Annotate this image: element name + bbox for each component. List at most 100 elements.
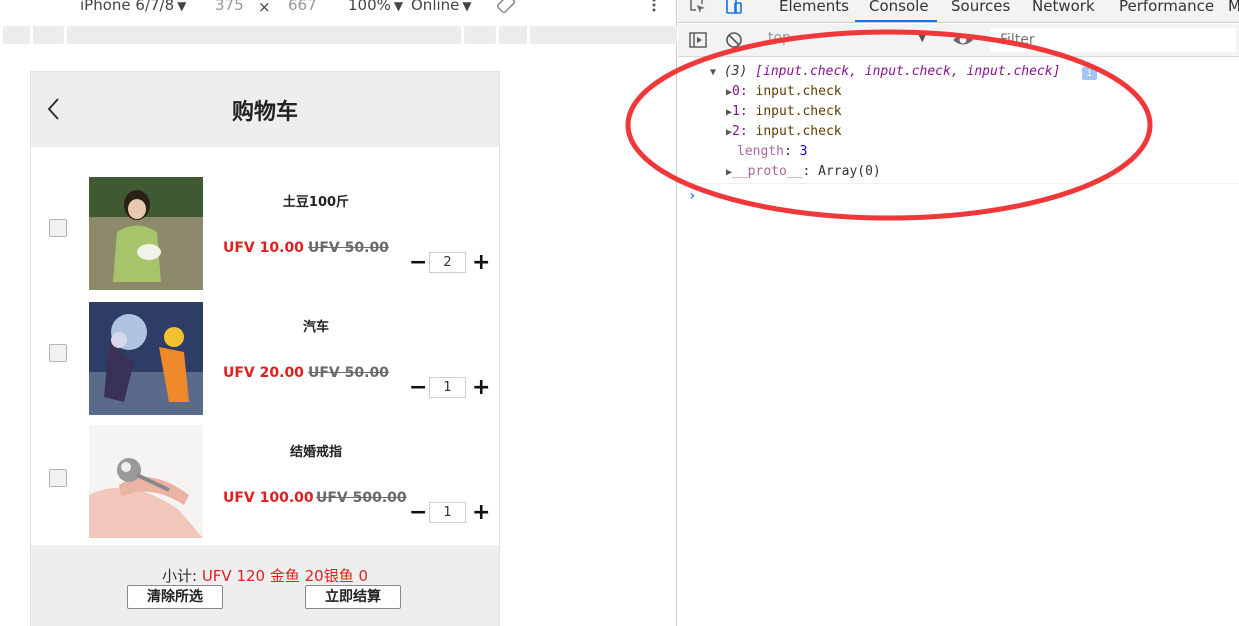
qty-increase-button[interactable]: + [472, 252, 490, 274]
entry-index: 1: [732, 104, 748, 119]
caret-down-icon: ▼ [918, 31, 927, 44]
cart-item: 土豆100斤 UFV 10.00 UFV 50.00 − 2 + [31, 177, 499, 297]
media-query-segment[interactable] [33, 26, 64, 44]
array-preview: [input.check, input.check, input.check] [755, 64, 1061, 79]
device-toggle-icon[interactable] [724, 0, 744, 20]
tab-more[interactable]: M [1228, 0, 1239, 15]
length-key: length [737, 144, 784, 159]
subtotal: 小计: UFV 120 金鱼 20银鱼 0 [31, 565, 499, 586]
zoom-select-label: 100% [348, 0, 391, 14]
console-toolbar: top ▼ [678, 24, 1239, 57]
item-original-price: UFV 50.00 [308, 365, 389, 381]
cart-item: 结婚戒指 UFV 100.00 UFV 500.00 − 1 + [31, 425, 499, 545]
expanded-triangle-icon: ▼ [710, 67, 717, 78]
device-toolbar: iPhone 6/7/8 ▼ 375 × 667 100% ▼ Online ▼ [0, 0, 677, 22]
qty-input[interactable]: 1 [429, 377, 466, 398]
rotate-icon[interactable] [496, 0, 516, 18]
console-filter-input[interactable] [990, 28, 1236, 52]
checkout-button[interactable]: 立即结算 [305, 585, 401, 609]
log-divider [678, 183, 1239, 184]
network-throttle-select[interactable]: Online ▼ [411, 0, 472, 14]
item-original-price: UFV 50.00 [308, 240, 389, 256]
qty-increase-button[interactable]: + [472, 502, 490, 524]
cart-header: 购物车 [31, 72, 499, 147]
tab-network[interactable]: Network [1032, 0, 1095, 15]
phone-viewport: 购物车 土豆100斤 UFV 10.00 UFV 50.00 − 2 + 汽车 … [30, 71, 500, 626]
log-entry[interactable]: ▶0: input.check [726, 84, 842, 99]
media-query-segment[interactable] [67, 26, 461, 44]
zoom-select[interactable]: 100% ▼ [348, 0, 403, 14]
page-title: 购物车 [231, 100, 298, 125]
caret-down-icon: ▼ [393, 0, 404, 13]
devtools-panel: Elements Console Sources Network Perform… [678, 0, 1239, 626]
cart-footer: 小计: UFV 120 金鱼 20银鱼 0 清除所选 立即结算 [31, 545, 499, 626]
console-output: ▼ (3) [input.check, input.check, input.c… [678, 58, 1239, 626]
device-select[interactable]: iPhone 6/7/8 ▼ [80, 0, 186, 14]
media-query-segment[interactable] [530, 26, 677, 44]
item-thumbnail [89, 302, 203, 415]
tab-performance[interactable]: Performance [1119, 0, 1214, 15]
entry-index: 2: [732, 124, 748, 139]
caret-down-icon: ▼ [462, 0, 472, 13]
info-icon[interactable]: i [1082, 67, 1097, 80]
device-select-label: iPhone 6/7/8 [80, 0, 175, 14]
item-name: 土豆100斤 [282, 195, 350, 210]
media-query-segment[interactable] [499, 26, 527, 44]
qty-input[interactable]: 2 [429, 252, 466, 273]
array-count: (3) [723, 64, 748, 79]
proto-value: Array(0) [818, 164, 881, 179]
sidebar-toggle-icon[interactable] [688, 30, 708, 54]
item-name: 结婚戒指 [289, 445, 342, 460]
network-throttle-label: Online [411, 0, 460, 14]
context-select[interactable]: top ▼ [758, 29, 938, 51]
inspect-element-icon[interactable] [688, 0, 708, 20]
item-price: UFV 100.00 [223, 490, 314, 506]
tab-sources[interactable]: Sources [951, 0, 1010, 15]
active-tab-indicator [855, 20, 937, 22]
qty-increase-button[interactable]: + [472, 377, 490, 399]
log-entry[interactable]: ▶2: input.check [726, 124, 842, 139]
context-select-label: top [768, 30, 791, 46]
viewport-height-input[interactable]: 667 [288, 0, 317, 14]
length-value: 3 [799, 144, 808, 159]
item-thumbnail [89, 177, 203, 290]
tab-console[interactable]: Console [869, 0, 929, 15]
tab-elements[interactable]: Elements [779, 0, 849, 15]
log-length: length: 3 [737, 144, 808, 159]
log-entry[interactable]: ▶1: input.check [726, 104, 842, 119]
log-proto[interactable]: ▶__proto__: Array(0) [726, 164, 881, 179]
item-thumbnail [89, 425, 203, 538]
entry-value: input.check [755, 84, 842, 99]
qty-decrease-button[interactable]: − [409, 502, 427, 524]
entry-index: 0: [732, 84, 748, 99]
entry-value: input.check [755, 104, 842, 119]
device-emulation-pane: iPhone 6/7/8▼ 375 × 667 100%▼ Online▼ [0, 0, 677, 626]
proto-key: __proto__ [732, 164, 803, 179]
item-checkbox[interactable] [49, 219, 67, 237]
devtools-tab-bar: Elements Console Sources Network Perform… [678, 0, 1239, 23]
caret-down-icon: ▼ [177, 0, 187, 13]
media-query-segment[interactable] [3, 26, 30, 44]
item-original-price: UFV 500.00 [316, 490, 407, 506]
media-query-segment[interactable] [464, 26, 496, 44]
qty-input[interactable]: 1 [429, 502, 466, 523]
subtotal-value: UFV 120 金鱼 20银鱼 0 [201, 567, 369, 585]
clear-console-icon[interactable] [724, 30, 744, 54]
item-checkbox[interactable] [49, 469, 67, 487]
console-prompt-chevron-icon[interactable]: › [688, 188, 696, 204]
dimension-separator: × [258, 0, 271, 16]
subtotal-label: 小计: [161, 567, 202, 585]
cart-item: 汽车 UFV 20.00 UFV 50.00 − 1 + [31, 302, 499, 422]
item-name: 汽车 [302, 320, 329, 335]
live-expression-eye-icon[interactable] [952, 31, 974, 53]
more-options-icon[interactable] [650, 0, 658, 18]
qty-decrease-button[interactable]: − [409, 377, 427, 399]
item-checkbox[interactable] [49, 344, 67, 362]
media-query-bar[interactable] [0, 26, 677, 44]
item-price: UFV 10.00 [223, 240, 304, 256]
item-price: UFV 20.00 [223, 365, 304, 381]
clear-selected-button[interactable]: 清除所选 [127, 585, 223, 609]
qty-decrease-button[interactable]: − [409, 252, 427, 274]
viewport-width-input[interactable]: 375 [215, 0, 244, 14]
log-array-summary[interactable]: ▼ (3) [input.check, input.check, input.c… [710, 64, 1060, 79]
